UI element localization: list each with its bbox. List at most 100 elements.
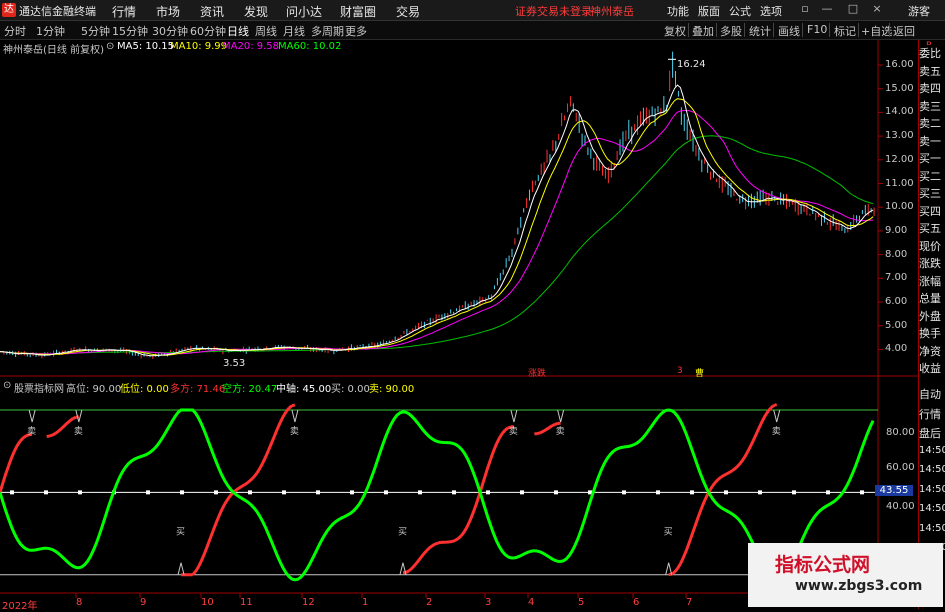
period-more[interactable]: 更多 (345, 23, 367, 39)
quote-field-label: 买一 (919, 150, 945, 166)
quote-field-label: 净资 (919, 342, 945, 359)
price-ytick: 13.00 (885, 130, 914, 142)
tool-mark[interactable]: 标记 (834, 23, 856, 39)
period-daily[interactable]: 日线 (227, 23, 249, 39)
menu-market[interactable]: 市场 (156, 3, 180, 20)
mid-axis-dot (792, 490, 796, 495)
period-weekly[interactable]: 周线 (255, 23, 277, 39)
panel-tab[interactable]: 行情 (919, 405, 945, 422)
close-icon[interactable]: × (870, 2, 884, 16)
indicator-icon: ⊙ (3, 380, 12, 391)
mid-axis-dot (860, 490, 864, 495)
event-mark[interactable]: 涨跌 (528, 366, 546, 379)
menu-ask[interactable]: 问小达 (286, 3, 322, 20)
low-price-label: 3.53 (223, 358, 246, 369)
mid-axis-dot (656, 490, 660, 495)
mid-axis-dot (418, 490, 422, 495)
price-ytick: 10.00 (885, 201, 914, 213)
menu-news[interactable]: 资讯 (200, 3, 224, 20)
x-axis-label: 6 (633, 597, 640, 608)
ind-mid: 中轴: 45.00 (276, 384, 332, 395)
mid-axis-dot (78, 490, 82, 495)
tick-time: 14:50 (919, 444, 945, 456)
tool-add-watchlist[interactable]: +自选 (861, 23, 892, 39)
mid-axis-dot (44, 490, 48, 495)
chart-title: 神州泰岳(日线 前复权) (3, 45, 104, 56)
toolbar-divider (829, 23, 830, 37)
x-axis-label: 8 (76, 597, 83, 608)
quote-field-label: 卖四 (919, 80, 945, 96)
skin-icon[interactable]: ▫ (798, 2, 812, 16)
x-axis-label: 2 (426, 597, 433, 608)
quote-field-label: 卖五 (919, 62, 945, 79)
tool-stats[interactable]: 统计 (749, 23, 771, 39)
price-ytick: 6.00 (885, 296, 908, 307)
x-axis-label: 3 (485, 597, 492, 608)
stock-chart[interactable]: 卖 卖买 卖买 卖 卖买 卖 (0, 40, 945, 609)
quote-field-label: 总量 (919, 290, 945, 306)
quote-field-label: 收益 (919, 360, 945, 376)
mid-axis-dot (248, 490, 252, 495)
minimize-icon[interactable]: — (820, 2, 834, 16)
menu-formula[interactable]: 公式 (729, 3, 751, 19)
tool-draw[interactable]: 画线 (778, 23, 800, 39)
buy-label: 买 (664, 527, 673, 538)
tool-multistock[interactable]: 多股 (720, 23, 742, 39)
menu-trade[interactable]: 交易 (396, 3, 420, 20)
maximize-icon[interactable]: □ (846, 2, 860, 16)
tool-f10[interactable]: F10 (807, 23, 827, 36)
mid-axis-dot (826, 490, 830, 495)
menu-wealth[interactable]: 财富圈 (340, 3, 376, 20)
menu-quotes[interactable]: 行情 (112, 3, 136, 20)
menu-discover[interactable]: 发现 (244, 3, 268, 20)
panel-tab[interactable]: 盘后 (919, 425, 945, 441)
x-axis-label: 11 (240, 597, 253, 608)
panel-tab[interactable]: 自动 (919, 386, 945, 402)
period-intraday[interactable]: 分时 (4, 23, 26, 39)
indicator-name[interactable]: 股票指标网 (14, 380, 64, 395)
mid-axis-dot (350, 490, 354, 495)
period-1min[interactable]: 1分钟 (36, 23, 65, 39)
sell-label: 卖 (772, 426, 781, 437)
period-multi[interactable]: 多周期 (311, 23, 344, 39)
tool-adjust[interactable]: 复权 (664, 23, 686, 39)
ind-current-value: 43.55 (875, 485, 913, 496)
menu-function[interactable]: 功能 (667, 3, 689, 19)
toolbar-divider (889, 23, 890, 37)
menu-bar: 达 通达信金融终端 行情 市场 资讯 发现 问小达 财富圈 交易 证券交易未登录… (0, 0, 945, 21)
tick-time: 14:50 (919, 503, 945, 514)
period-monthly[interactable]: 月线 (283, 23, 305, 39)
mid-axis-dot (10, 490, 14, 495)
ind-ytick: 80.00 (886, 427, 915, 438)
app-title: 通达信金融终端 (19, 5, 96, 18)
period-60min[interactable]: 60分钟 (190, 23, 226, 39)
quote-field-label: 换手 (919, 325, 945, 341)
x-axis-label: 5 (578, 597, 585, 608)
guest-label[interactable]: 游客 (908, 3, 930, 19)
mid-axis-dot (622, 490, 626, 495)
menu-options[interactable]: 选项 (760, 3, 782, 19)
period-15min[interactable]: 15分钟 (112, 23, 148, 39)
toolbar-divider (858, 23, 859, 37)
period-5min[interactable]: 5分钟 (81, 23, 110, 39)
buy-flag (399, 562, 407, 575)
ind-bull: 多方: 71.46 (170, 384, 226, 395)
period-30min[interactable]: 30分钟 (152, 23, 188, 39)
high-price-label: 16.24 (677, 59, 706, 70)
event-mark[interactable]: 曹 (695, 366, 704, 379)
app-logo-icon: 达 (2, 3, 16, 17)
price-ytick: 4.00 (885, 343, 908, 355)
watermark-url: www.zbgs3.com (795, 578, 923, 594)
buy-flag (177, 562, 185, 575)
menu-layout[interactable]: 版面 (698, 3, 720, 19)
event-mark[interactable]: 3 (677, 366, 683, 376)
quote-field-label: 买三 (919, 185, 945, 201)
login-warning[interactable]: 证券交易未登录 (515, 3, 592, 19)
tool-back[interactable]: 返回 (893, 23, 915, 39)
ma10-label: MA10: 9.99 (170, 41, 228, 52)
stock-name-header: 神州泰岳 (590, 5, 634, 18)
buy-label: 买 (398, 527, 407, 538)
tool-overlay[interactable]: 叠加 (692, 23, 714, 39)
sell-flag (557, 409, 565, 423)
ind-buy: 买: 0.00 (331, 384, 370, 395)
